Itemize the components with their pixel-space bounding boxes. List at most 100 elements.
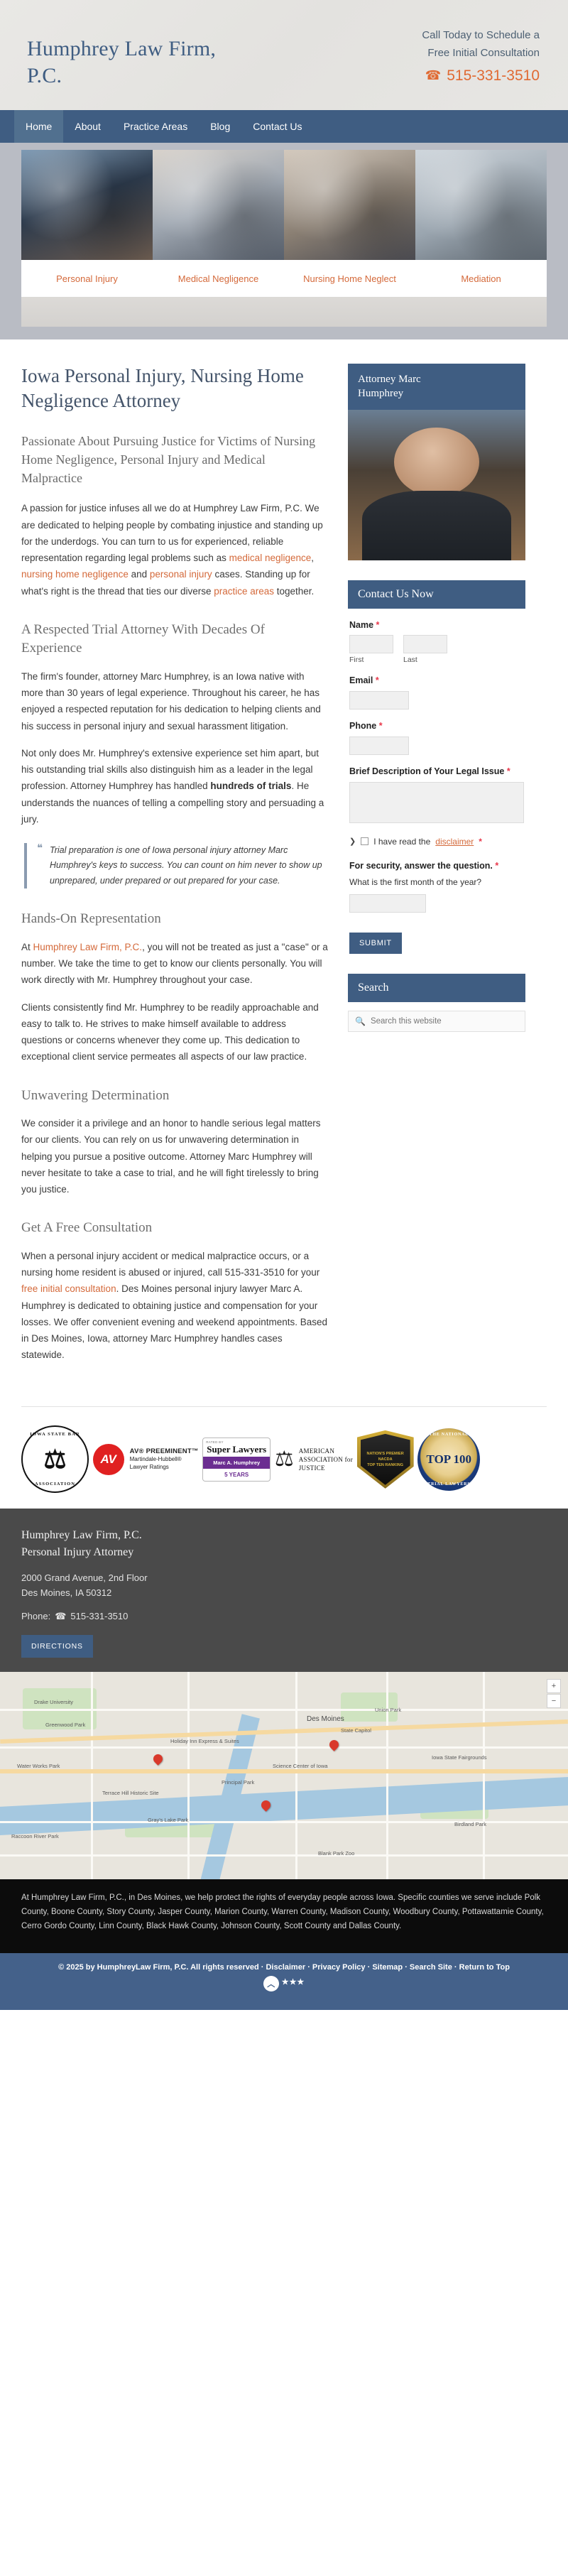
footer-firm-name: Humphrey Law Firm, P.C. Personal Injury … xyxy=(21,1527,547,1560)
link-nursing-home-negligence[interactable]: nursing home negligence xyxy=(21,569,129,580)
intro-text-e: together. xyxy=(274,585,315,597)
email-input[interactable] xyxy=(349,691,409,710)
national-top100-seal-icon: THE NATIONAL TOP 100 TRIAL LAWYERS xyxy=(417,1428,481,1491)
map-label-2: Water Works Park xyxy=(17,1763,60,1770)
hero-image-4 xyxy=(415,150,547,260)
map-zoom-in-button[interactable]: + xyxy=(547,1678,561,1693)
label-brief-description: Brief Description of Your Legal Issue * xyxy=(349,766,510,776)
nav-item-contact-us[interactable]: Contact Us xyxy=(241,110,313,143)
map-label-12: Union Park xyxy=(375,1707,402,1714)
hero-practice-tabs: Personal Injury Medical Negligence Nursi… xyxy=(21,260,547,297)
security-answer-input[interactable] xyxy=(349,894,426,913)
last-name-input[interactable] xyxy=(403,635,447,654)
paragraph-handson-1: At Humphrey Law Firm, P.C., you will not… xyxy=(21,939,328,989)
required-asterisk: * xyxy=(376,619,380,630)
respected-2-bold: hundreds of trials xyxy=(210,781,292,792)
required-asterisk-security: * xyxy=(495,860,499,871)
free-a: When a personal injury accident or medic… xyxy=(21,1250,320,1278)
link-medical-negligence[interactable]: medical negligence xyxy=(229,553,312,563)
link-firm-name[interactable]: Humphrey Law Firm, P.C. xyxy=(33,942,143,952)
first-name-input[interactable] xyxy=(349,635,393,654)
sep-4: · xyxy=(454,1963,457,1972)
map-label-13: Birdland Park xyxy=(454,1820,487,1827)
footer-link-search-site[interactable]: Search Site xyxy=(410,1963,452,1972)
to-top-row: ︿ ★★★ xyxy=(14,1972,554,1991)
map-pin-2[interactable] xyxy=(327,1738,341,1751)
hero-tab-medical-negligence[interactable]: Medical Negligence xyxy=(153,273,284,284)
av-title: AV® PREEMINENT™ xyxy=(129,1447,199,1455)
footer-phone-row[interactable]: Phone: ☎ 515-331-3510 xyxy=(21,1611,547,1622)
main-content: Iowa Personal Injury, Nursing Home Negli… xyxy=(21,364,328,1374)
field-group-brief: Brief Description of Your Legal Issue * xyxy=(349,765,524,827)
nav-item-home[interactable]: Home xyxy=(14,110,64,143)
copyright-text: © 2025 by HumphreyLaw Firm, P.C. All rig… xyxy=(58,1963,264,1972)
attorney-name-line1: Attorney Marc xyxy=(358,374,421,385)
page-subtitle: Passionate About Pursuing Justice for Vi… xyxy=(21,434,316,486)
footer-link-disclaimer[interactable]: Disclaimer xyxy=(266,1963,305,1972)
link-personal-injury[interactable]: personal injury xyxy=(150,569,212,580)
phone-input[interactable] xyxy=(349,736,409,755)
search-input[interactable] xyxy=(370,1017,518,1026)
map-road-v5 xyxy=(483,1671,485,1879)
iowa-bar-seal-icon: IOWA STATE BAR ⚖ ASSOCIATION xyxy=(21,1425,89,1494)
disclaimer-checkbox[interactable] xyxy=(361,837,369,845)
map-label-city: Des Moines xyxy=(307,1714,344,1723)
page-title: Iowa Personal Injury, Nursing Home Negli… xyxy=(21,365,304,412)
map-label-11: Terrace Hill Historic Site xyxy=(102,1790,159,1797)
quote-text: Trial preparation is one of Iowa persona… xyxy=(50,844,322,886)
premier-shield-inner: NATION'S PREMIER NACDA TOP TEN RANKING xyxy=(360,1433,410,1485)
map-road-v2 xyxy=(187,1671,190,1879)
map-road-v4 xyxy=(386,1671,388,1879)
map-label-7: Greenwood Park xyxy=(45,1721,86,1728)
name-row: First Last xyxy=(349,635,524,664)
name-first-col: First xyxy=(349,635,393,664)
map-pin-office[interactable] xyxy=(151,1752,165,1766)
nav-item-practice-areas[interactable]: Practice Areas xyxy=(112,110,199,143)
link-practice-areas[interactable]: practice areas xyxy=(214,586,274,597)
site-header: Humphrey Law Firm, P.C. Call Today to Sc… xyxy=(0,0,568,110)
submit-button[interactable]: SUBMIT xyxy=(349,933,402,955)
hero-banner: Personal Injury Medical Negligence Nursi… xyxy=(0,143,568,339)
map-label-10: Holiday Inn Express & Suites xyxy=(170,1738,239,1745)
link-free-initial-consultation[interactable]: free initial consultation xyxy=(21,1283,116,1294)
attorney-widget-heading: Attorney Marc Humphrey xyxy=(348,364,525,410)
sep-1: · xyxy=(307,1963,310,1972)
location-map[interactable]: Des Moines Drake University Principal Pa… xyxy=(0,1671,568,1879)
hero-lower-image xyxy=(21,297,547,327)
search-widget-heading: Search xyxy=(348,974,525,1003)
disclaimer-link[interactable]: disclaimer xyxy=(435,837,474,847)
label-name: Name * xyxy=(349,619,380,630)
map-label-3: State Capitol xyxy=(341,1727,371,1734)
field-group-email: Email * xyxy=(349,674,524,710)
intro-text-c: and xyxy=(128,569,150,580)
chevron-up-icon[interactable]: ︿ xyxy=(263,1976,279,1991)
footer-link-sitemap[interactable]: Sitemap xyxy=(372,1963,403,1972)
footer-link-return-to-top[interactable]: Return to Top xyxy=(459,1963,510,1972)
hero-tab-personal-injury[interactable]: Personal Injury xyxy=(21,273,153,284)
label-phone: Phone * xyxy=(349,721,383,731)
footer-link-privacy-policy[interactable]: Privacy Policy xyxy=(312,1963,366,1972)
map-label-5: Science Center of Iowa xyxy=(273,1763,328,1770)
disclaimer-checkbox-row[interactable]: ❯ I have read the disclaimer * xyxy=(349,837,524,847)
nav-item-blog[interactable]: Blog xyxy=(199,110,241,143)
required-asterisk-brief: * xyxy=(506,766,510,776)
search-box[interactable]: 🔍 xyxy=(348,1011,525,1033)
hero-tab-nursing-home-neglect[interactable]: Nursing Home Neglect xyxy=(284,273,415,284)
directions-button[interactable]: DIRECTIONS xyxy=(21,1634,93,1658)
super-lawyers-person: Marc A. Humphrey xyxy=(203,1456,271,1469)
map-zoom-out-button[interactable]: − xyxy=(547,1693,561,1708)
field-group-security: For security, answer the question. * Wha… xyxy=(349,859,524,913)
quote-mark-icon: ❝ xyxy=(37,842,43,854)
nav-item-about[interactable]: About xyxy=(63,110,112,143)
footer-address-line1: 2000 Grand Avenue, 2nd Floor xyxy=(21,1572,148,1583)
aaj-line2: ASSOCIATION for xyxy=(298,1455,353,1463)
site-logo[interactable]: Humphrey Law Firm, P.C. xyxy=(21,27,256,89)
aaj-line1: AMERICAN xyxy=(298,1447,335,1455)
service-area-text: At Humphrey Law Firm, P.C., in Des Moine… xyxy=(0,1879,568,1953)
brief-description-textarea[interactable] xyxy=(349,781,524,823)
telephone-icon: ☎ xyxy=(425,68,442,82)
badge-nations-premier: NATION'S PREMIER NACDA TOP TEN RANKING xyxy=(356,1430,414,1489)
header-phone[interactable]: ☎ 515-331-3510 xyxy=(422,67,540,85)
premier-shield-icon: NATION'S PREMIER NACDA TOP TEN RANKING xyxy=(356,1430,414,1489)
hero-tab-mediation[interactable]: Mediation xyxy=(415,273,547,284)
